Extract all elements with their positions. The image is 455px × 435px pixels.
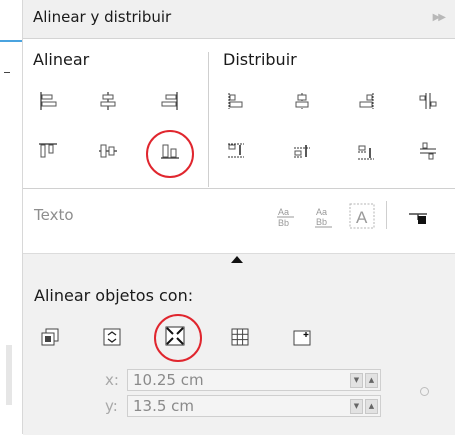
distribute-bottom-icon — [358, 145, 374, 160]
y-coordinate-label: y: — [105, 397, 118, 415]
svg-text:Aa: Aa — [316, 207, 327, 217]
align-with-label: Alinear objetos con: — [34, 286, 194, 305]
panel-title: Alinear y distribuir — [33, 8, 172, 26]
y-spinner[interactable]: ▼ ▲ — [350, 399, 378, 414]
grid-icon — [231, 328, 249, 346]
edge-scrollbar[interactable] — [6, 345, 12, 405]
distribute-section-label: Distribuir — [223, 50, 297, 69]
grid-button[interactable] — [225, 322, 255, 352]
distribute-right-button[interactable] — [351, 86, 381, 116]
distribute-right-icon — [359, 93, 374, 109]
section-divider — [208, 52, 209, 187]
align-center-horizontal-button[interactable] — [93, 86, 123, 116]
x-spinner[interactable]: ▼ ▲ — [350, 373, 378, 388]
align-center-vertical-button[interactable] — [93, 136, 123, 166]
page-edge-button[interactable] — [97, 322, 127, 352]
distribute-center-horizontal-button[interactable] — [287, 86, 317, 116]
highlight-circle — [146, 130, 194, 178]
x-coordinate-label: x: — [105, 371, 119, 389]
distribute-top-button[interactable] — [221, 136, 251, 166]
spin-up-icon[interactable]: ▲ — [365, 399, 378, 414]
distribute-spacing-horizontal-icon — [419, 93, 437, 109]
active-objects-icon — [41, 328, 59, 346]
spin-down-icon[interactable]: ▼ — [350, 399, 363, 414]
distribute-center-vertical-button[interactable] — [287, 136, 317, 166]
text-section-label: Texto — [34, 206, 74, 224]
align-right-button[interactable] — [155, 86, 185, 116]
collapse-up-icon[interactable] — [231, 256, 243, 263]
distribute-left-button[interactable] — [221, 86, 251, 116]
align-left-icon — [40, 92, 57, 110]
highlight-circle — [154, 314, 202, 362]
chevrons-right-icon[interactable]: ▶▶ — [433, 12, 446, 23]
distribute-left-icon — [228, 93, 243, 109]
edge-accent-line — [0, 40, 22, 42]
distribute-center-horizontal-icon — [295, 93, 309, 109]
text-baseline-icon: Aa Bb — [277, 207, 294, 228]
svg-text:A: A — [356, 208, 368, 227]
align-distribute-panel: Alinear y distribuir ▶▶ Alinear Distribu… — [22, 0, 455, 435]
specified-point-button[interactable] — [287, 322, 317, 352]
align-center-vertical-icon — [99, 144, 117, 158]
specified-point-icon — [293, 330, 311, 346]
distribute-spacing-horizontal-button[interactable] — [413, 86, 443, 116]
svg-text:Bb: Bb — [316, 217, 327, 227]
outline-button[interactable] — [403, 201, 433, 231]
spin-up-icon[interactable]: ▲ — [365, 373, 378, 388]
distribute-top-icon — [228, 143, 244, 158]
x-coordinate-field[interactable]: 10.25 cm ▼ ▲ — [127, 369, 381, 391]
align-right-icon — [161, 92, 178, 110]
y-coordinate-value: 13.5 cm — [133, 397, 195, 415]
x-coordinate-value: 10.25 cm — [133, 371, 204, 389]
first-line-baseline-button[interactable]: Aa Bb — [271, 201, 301, 231]
align-left-button[interactable] — [33, 86, 63, 116]
text-bounding-box-icon: A — [349, 203, 375, 229]
y-coordinate-field[interactable]: 13.5 cm ▼ ▲ — [127, 395, 381, 417]
left-edge-strip — [0, 0, 22, 434]
panel-titlebar: Alinear y distribuir ▶▶ — [23, 0, 455, 39]
align-center-horizontal-icon — [100, 92, 116, 110]
distribute-bottom-button[interactable] — [351, 136, 381, 166]
text-row-separator — [386, 201, 387, 229]
align-top-icon — [39, 143, 57, 158]
align-top-button[interactable] — [33, 136, 63, 166]
edge-tick — [4, 72, 10, 73]
last-line-baseline-button[interactable]: Aa Bb — [309, 201, 339, 231]
text-bounding-box-button[interactable]: A — [345, 199, 379, 233]
spin-down-icon[interactable]: ▼ — [350, 373, 363, 388]
text-row-divider — [23, 188, 455, 189]
distribute-spacing-vertical-icon — [420, 142, 436, 160]
outline-icon — [409, 213, 427, 224]
active-objects-button[interactable] — [35, 322, 65, 352]
distribute-spacing-vertical-button[interactable] — [413, 136, 443, 166]
distribute-center-vertical-icon — [294, 145, 310, 158]
svg-text:Bb: Bb — [278, 218, 289, 228]
page-edge-icon — [103, 328, 121, 346]
text-last-baseline-icon: Aa Bb — [315, 207, 332, 228]
lock-ratio-icon[interactable] — [420, 387, 429, 396]
align-section-label: Alinear — [33, 50, 90, 69]
svg-text:Aa: Aa — [278, 207, 289, 217]
